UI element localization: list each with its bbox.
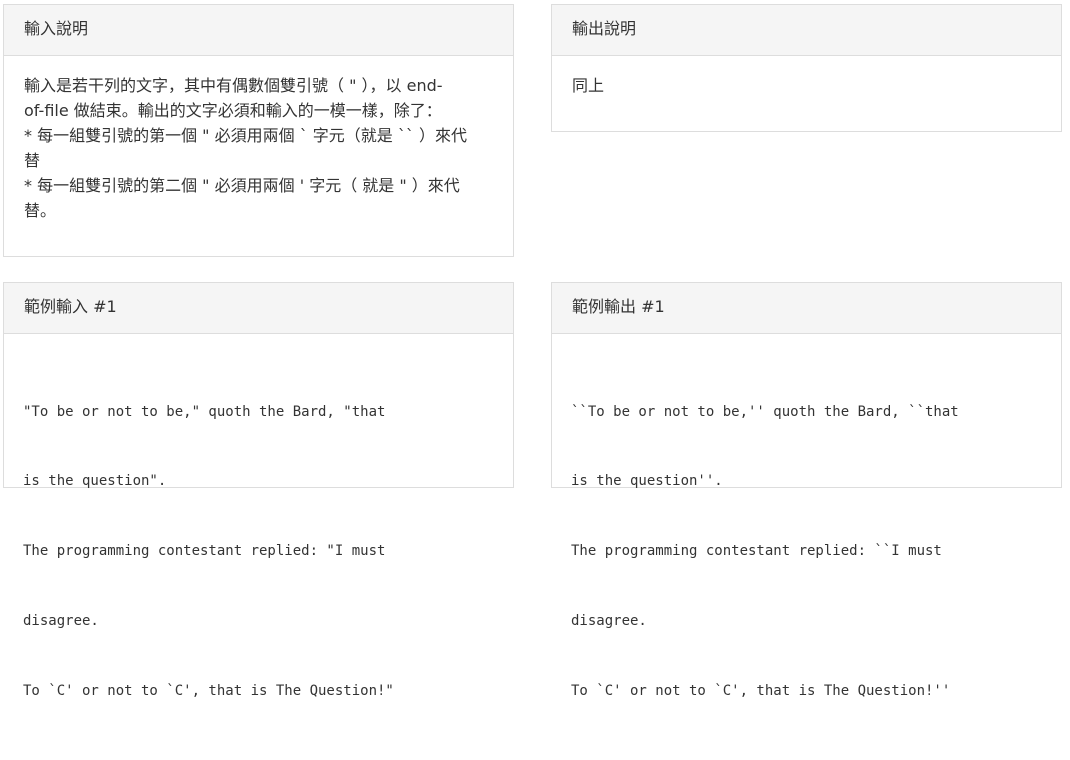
sample-output-line: disagree.	[571, 613, 647, 630]
input-description-heading: 輸入說明	[4, 5, 513, 56]
sample-output-panel: 範例輸出 #1 ``To be or not to be,'' quoth th…	[551, 282, 1062, 699]
input-description-line: 替。	[24, 201, 57, 220]
sample-input-line: To `C' or not to `C', that is The Questi…	[23, 683, 394, 700]
input-description-line: * 每一組雙引號的第一個 " 必須用兩個 ` 字元（就是 `` ）來代	[24, 126, 467, 145]
sample-input-line: disagree.	[23, 613, 99, 630]
sample-output-code[interactable]: ``To be or not to be,'' quoth the Bard, …	[552, 334, 1061, 760]
output-description-heading: 輸出說明	[552, 5, 1061, 56]
sample-input-line: The programming contestant replied: "I m…	[23, 543, 386, 560]
sample-output-heading: 範例輸出 #1	[552, 283, 1061, 334]
input-description-line: * 每一組雙引號的第二個 " 必須用兩個 ' 字元（ 就是 " ）來代	[24, 176, 460, 195]
input-description-line: of-file 做結束。輸出的文字必須和輸入的一模一樣，除了：	[24, 101, 442, 120]
input-description-panel: 輸入說明 輸入是若干列的文字，其中有偶數個雙引號（ " ），以 end- of-…	[3, 4, 514, 257]
sample-input-panel: 範例輸入 #1 "To be or not to be," quoth the …	[3, 282, 514, 699]
output-description-body: 同上	[552, 56, 1061, 108]
sample-output-line: ``To be or not to be,'' quoth the Bard, …	[571, 403, 959, 420]
sample-input-line: is the question".	[23, 473, 167, 490]
input-description-body: 輸入是若干列的文字，其中有偶數個雙引號（ " ），以 end- of-file …	[4, 56, 513, 233]
input-description-line: 輸入是若干列的文字，其中有偶數個雙引號（ " ），以 end-	[24, 76, 443, 95]
input-description-line: 替	[24, 151, 41, 170]
sample-output-line: is the question''.	[571, 473, 723, 490]
sample-output-line: To `C' or not to `C', that is The Questi…	[571, 683, 951, 700]
output-description-text: 同上	[572, 76, 605, 95]
sample-input-code[interactable]: "To be or not to be," quoth the Bard, "t…	[4, 334, 513, 760]
output-description-panel: 輸出說明 同上	[551, 4, 1062, 132]
sample-input-line: "To be or not to be," quoth the Bard, "t…	[23, 403, 386, 420]
sample-output-line: The programming contestant replied: ``I …	[571, 543, 942, 560]
sample-input-heading: 範例輸入 #1	[4, 283, 513, 334]
